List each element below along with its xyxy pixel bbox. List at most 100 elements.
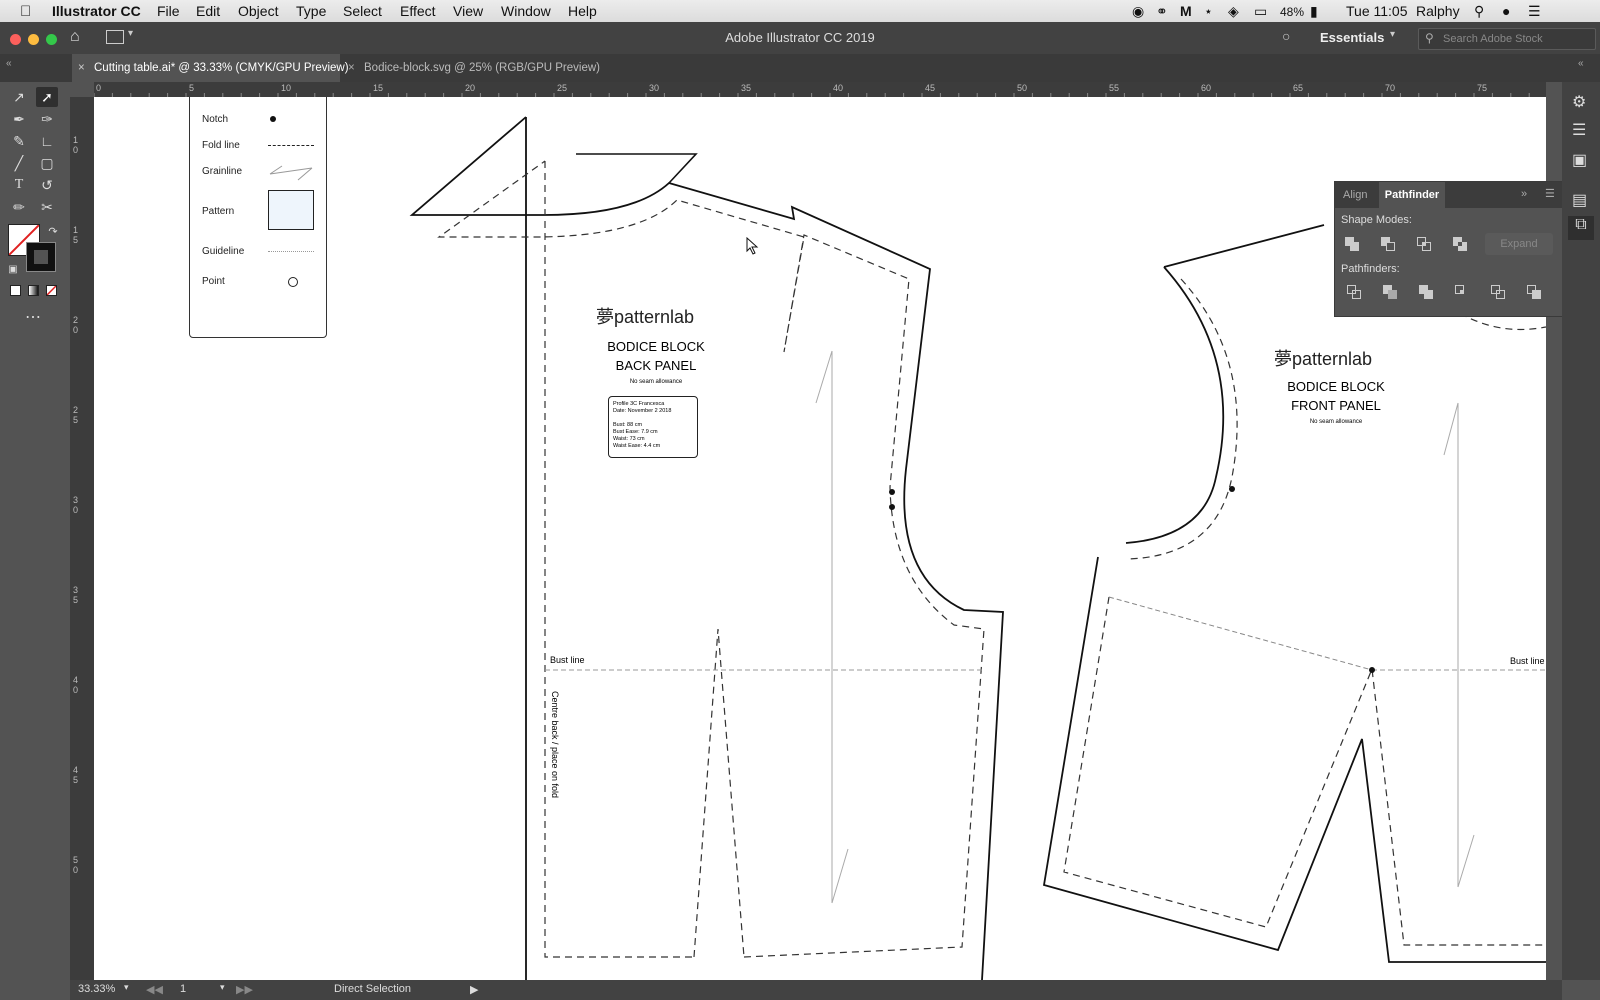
search-stock-field[interactable]: ⚲ Search Adobe Stock (1418, 28, 1596, 50)
artboard-canvas[interactable]: 夢patternlab BODICE BLOCK BACK PANEL No s… (94, 97, 1546, 980)
selection-tool-icon[interactable]: ↗ (8, 87, 30, 107)
guideline-icon (268, 251, 314, 252)
properties-icon[interactable]: ⚙ (1572, 92, 1586, 112)
eyedropper-tool-icon[interactable]: ✏ (8, 197, 30, 217)
expand-button[interactable]: Expand (1485, 233, 1553, 255)
rotate-tool-icon[interactable]: ↺ (36, 175, 58, 195)
expand-panel-icon[interactable]: » (1521, 188, 1527, 200)
ruler-label: 2 5 (73, 405, 81, 425)
minus-back-icon[interactable] (1527, 285, 1543, 299)
notch-point (1369, 667, 1375, 673)
artboard-number[interactable]: 1 (180, 983, 186, 995)
workspace-switcher[interactable]: Essentials (1320, 30, 1384, 45)
ruler-label: 30 (649, 83, 659, 93)
ruler-label: 65 (1293, 83, 1303, 93)
menu-view[interactable]: View (453, 3, 483, 19)
close-tab-icon[interactable]: × (78, 54, 85, 82)
menu-object[interactable]: Object (238, 3, 278, 19)
menu-select[interactable]: Select (343, 3, 382, 19)
zoom-chevron-icon[interactable]: ▾ (124, 982, 129, 993)
m-icon[interactable]: M (1180, 3, 1192, 19)
scissors-tool-icon[interactable]: ✂ (36, 197, 58, 217)
bluetooth-icon[interactable]: ⋆ (1204, 3, 1213, 20)
siri-icon[interactable]: ● (1502, 3, 1510, 19)
divide-icon[interactable] (1347, 285, 1363, 299)
app-menu[interactable]: Illustrator CC (52, 3, 141, 19)
crop-icon[interactable] (1455, 285, 1471, 299)
wifi-icon[interactable]: ◈ (1228, 3, 1239, 20)
align-icon[interactable]: ▤ (1572, 190, 1587, 210)
outline-icon[interactable] (1491, 285, 1507, 299)
pen-tool-icon[interactable]: ✒ (8, 109, 30, 129)
grainline-front (1444, 403, 1474, 887)
workspace-chevron-icon[interactable]: ▾ (1390, 29, 1395, 40)
user-menu[interactable]: Ralphy (1416, 3, 1460, 19)
merge-icon[interactable] (1419, 285, 1435, 299)
apple-icon[interactable]:  (20, 3, 31, 20)
menu-edit[interactable]: Edit (196, 3, 220, 19)
record-icon[interactable]: ◉ (1132, 3, 1144, 20)
tab-bodice-block[interactable]: × Bodice-block.svg @ 25% (RGB/GPU Previe… (342, 54, 592, 82)
lightbulb-icon[interactable]: ○ (1282, 28, 1290, 44)
back-panel-seam (439, 161, 984, 957)
pathfinders-label: Pathfinders: (1341, 263, 1400, 275)
type-tool-icon[interactable]: T (8, 175, 30, 195)
menu-help[interactable]: Help (568, 3, 597, 19)
layers-icon[interactable]: ☰ (1572, 120, 1586, 140)
direct-selection-tool-icon[interactable]: ➚ (36, 87, 58, 107)
pathfinder-dock-icon[interactable]: ⧉ (1568, 216, 1594, 240)
notification-center-icon[interactable]: ☰ (1528, 3, 1541, 20)
swap-fill-stroke-icon[interactable]: ↷ (42, 222, 64, 242)
tab-cutting-table[interactable]: × Cutting table.ai* @ 33.33% (CMYK/GPU P… (72, 54, 340, 82)
collapse-dock-icon[interactable]: « (1578, 58, 1584, 69)
last-artboard-icon[interactable]: ▶▶ (236, 983, 253, 996)
menu-type[interactable]: Type (296, 3, 326, 19)
brand-logo: 夢patternlab (1274, 345, 1398, 371)
gradient-mode-icon[interactable] (28, 285, 39, 296)
menu-file[interactable]: File (157, 3, 180, 19)
panel-header: Align Pathfinder » ☰ (1335, 182, 1563, 208)
default-colors-icon[interactable]: ▣ (2, 260, 24, 280)
zoom-level[interactable]: 33.33% (78, 983, 115, 995)
clock[interactable]: Tue 11:05 (1346, 3, 1408, 19)
brand-text: patternlab (614, 307, 694, 327)
ruler-label: 55 (1109, 83, 1119, 93)
battery-icon[interactable]: ▮ (1310, 3, 1318, 20)
unite-icon[interactable] (1345, 237, 1361, 251)
tab-align[interactable]: Align (1343, 189, 1367, 201)
artboard-chevron-icon[interactable]: ▾ (220, 982, 225, 993)
first-artboard-icon[interactable]: ◀◀ (146, 983, 163, 996)
line-tool-icon[interactable]: ╱ (8, 153, 30, 173)
close-tab-icon[interactable]: × (348, 54, 355, 82)
pencil-tool-icon[interactable]: ✎ (8, 131, 30, 151)
libraries-icon[interactable]: ▣ (1572, 150, 1587, 170)
menu-effect[interactable]: Effect (400, 3, 436, 19)
minus-front-icon[interactable] (1381, 237, 1397, 251)
spotlight-icon[interactable]: ⚲ (1474, 3, 1484, 20)
more-tools-icon[interactable]: ⋯ (22, 308, 44, 328)
ruler-label: 3 0 (73, 495, 81, 515)
legend-box: Notch Fold line Grainline Pattern Guidel… (189, 97, 327, 338)
airplay-icon[interactable]: ▭ (1254, 3, 1267, 20)
pattern-swatch (268, 190, 314, 230)
tab-pathfinder[interactable]: Pathfinder (1379, 182, 1445, 208)
trim-icon[interactable] (1383, 285, 1399, 299)
status-arrow-icon[interactable]: ▶ (470, 983, 478, 996)
exclude-icon[interactable] (1453, 237, 1469, 251)
intersect-icon[interactable] (1417, 237, 1433, 251)
none-mode-icon[interactable] (46, 285, 57, 296)
grainline-back (816, 351, 848, 903)
collapse-panels-icon[interactable]: « (6, 58, 12, 69)
ruler-label: 15 (373, 83, 383, 93)
anchor-point-tool-icon[interactable]: ∟ (36, 131, 58, 151)
stroke-swatch[interactable] (26, 242, 56, 272)
menu-window[interactable]: Window (501, 3, 551, 19)
status-bar: 33.33% ▾ ◀◀ 1 ▾ ▶▶ Direct Selection ▶ (70, 980, 1562, 1000)
color-mode-icon[interactable] (10, 285, 21, 296)
creative-cloud-icon[interactable]: ⚭ (1156, 3, 1168, 20)
ruler-label: 45 (925, 83, 935, 93)
rectangle-tool-icon[interactable]: ▢ (36, 153, 58, 173)
panel-menu-icon[interactable]: ☰ (1545, 187, 1555, 200)
curvature-tool-icon[interactable]: ✑ (36, 109, 58, 129)
ruler-label: 75 (1477, 83, 1487, 93)
